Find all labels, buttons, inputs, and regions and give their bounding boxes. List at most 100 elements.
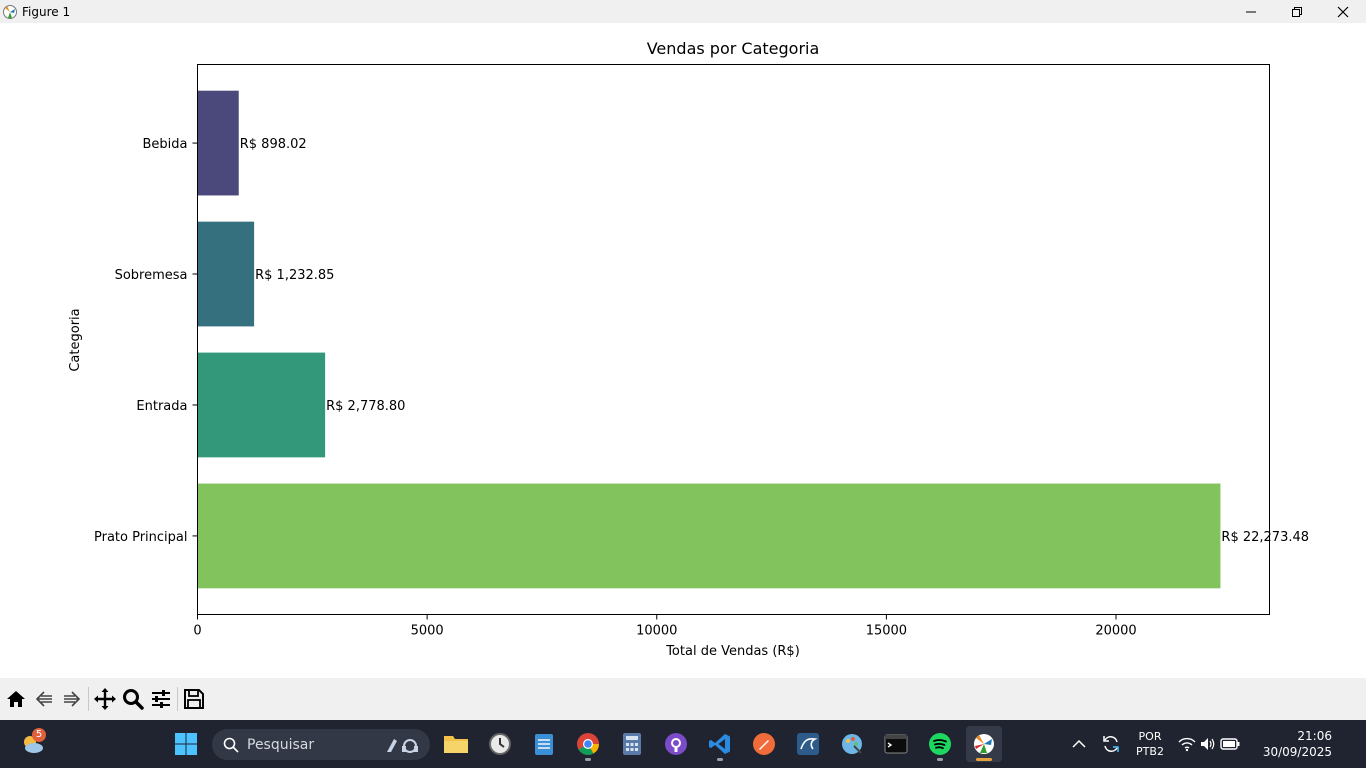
bar-value-label: R$ 898.02 bbox=[240, 137, 307, 152]
save-icon bbox=[184, 689, 204, 709]
forward-button[interactable] bbox=[58, 684, 86, 714]
minimize-icon bbox=[1246, 11, 1256, 12]
input-language[interactable]: POR PTB2 bbox=[1132, 730, 1168, 758]
y-tick-label: Entrada bbox=[136, 399, 187, 414]
y-tick-label: Prato Principal bbox=[94, 530, 188, 545]
chevron-up-icon bbox=[1072, 739, 1086, 748]
network-volume-battery-tray[interactable] bbox=[1174, 726, 1244, 762]
taskbar-clock[interactable]: 21:06 30/09/2025 bbox=[1254, 729, 1332, 759]
taskbar-chrome[interactable] bbox=[570, 726, 606, 762]
x-tick-label: 5000 bbox=[411, 624, 444, 639]
y-axis-label: Categoria bbox=[68, 308, 83, 371]
bar-bebida bbox=[197, 90, 239, 196]
running-indicator bbox=[937, 758, 943, 761]
forward-icon bbox=[64, 691, 81, 707]
figure-canvas[interactable]: Vendas por Categoria R$ 22,273.48 R$ 2,77… bbox=[0, 23, 1366, 678]
bar-entrada bbox=[197, 352, 326, 458]
running-indicator bbox=[717, 758, 723, 761]
taskbar-notepad[interactable] bbox=[526, 726, 562, 762]
x-tick-label: 15000 bbox=[866, 624, 907, 639]
windows-taskbar: 5 Pesquisar POR PTB2 21:06 30/09/2025 bbox=[0, 720, 1366, 768]
taskbar-file-explorer[interactable] bbox=[438, 726, 474, 762]
configure-subplots-button[interactable] bbox=[147, 684, 175, 714]
wifi-icon bbox=[1178, 737, 1196, 752]
folder-icon bbox=[444, 736, 468, 753]
bar-value-label: R$ 1,232.85 bbox=[255, 268, 334, 283]
close-icon bbox=[1337, 6, 1349, 17]
save-button[interactable] bbox=[180, 684, 208, 714]
x-tick-label: 10000 bbox=[636, 624, 677, 639]
zoom-icon bbox=[123, 689, 144, 710]
bar-value-label: R$ 2,778.80 bbox=[326, 399, 405, 414]
home-button[interactable] bbox=[2, 684, 30, 714]
sync-tray-button[interactable] bbox=[1094, 726, 1128, 762]
language-code: POR bbox=[1138, 730, 1162, 743]
zoom-button[interactable] bbox=[119, 684, 147, 714]
clock-date: 30/09/2025 bbox=[1262, 745, 1332, 759]
maximize-button[interactable] bbox=[1274, 0, 1320, 23]
matplotlib-toolbar bbox=[0, 678, 1366, 720]
bar-prato-principal bbox=[197, 483, 1221, 589]
taskbar-postman[interactable] bbox=[746, 726, 782, 762]
minimize-button[interactable] bbox=[1228, 0, 1274, 23]
taskbar-vscode[interactable] bbox=[702, 726, 738, 762]
paint-palette-icon bbox=[842, 734, 862, 754]
show-hidden-icons-button[interactable] bbox=[1062, 726, 1096, 762]
toolbar-separator bbox=[177, 687, 178, 711]
battery-icon bbox=[1220, 738, 1240, 750]
x-tick-label: 20000 bbox=[1095, 624, 1136, 639]
active-indicator bbox=[976, 758, 992, 761]
search-placeholder: Pesquisar bbox=[247, 736, 315, 753]
chrome-icon bbox=[577, 733, 599, 755]
taskbar-clock-app[interactable] bbox=[482, 726, 518, 762]
notepad-icon bbox=[535, 734, 553, 755]
close-button[interactable] bbox=[1320, 0, 1366, 23]
windows-start-icon bbox=[175, 733, 197, 755]
pan-button[interactable] bbox=[91, 684, 119, 714]
pan-icon bbox=[94, 688, 116, 710]
taskbar-paint[interactable] bbox=[834, 726, 870, 762]
postman-icon bbox=[753, 733, 775, 755]
bar-chart: Vendas por Categoria R$ 22,273.48 R$ 2,77… bbox=[68, 39, 1309, 659]
clock-time: 21:06 bbox=[1297, 729, 1332, 743]
configure-subplots-icon bbox=[152, 690, 170, 708]
bar-sobremesa bbox=[197, 221, 255, 327]
taskbar-mysql-workbench[interactable] bbox=[790, 726, 826, 762]
sync-icon bbox=[1103, 736, 1119, 752]
window-titlebar[interactable]: Figure 1 bbox=[0, 0, 1366, 23]
home-icon bbox=[7, 691, 25, 707]
running-indicator bbox=[585, 758, 591, 761]
y-tick-label: Sobremesa bbox=[115, 268, 188, 283]
toolbar-separator bbox=[88, 687, 89, 711]
back-icon bbox=[35, 691, 52, 707]
clock-icon bbox=[489, 733, 511, 755]
spotify-icon bbox=[929, 733, 951, 755]
calculator-icon bbox=[623, 733, 641, 755]
search-icon bbox=[223, 737, 239, 753]
taskbar-calculator[interactable] bbox=[614, 726, 650, 762]
taskbar-spotify[interactable] bbox=[922, 726, 958, 762]
y-tick-label: Bebida bbox=[143, 137, 188, 152]
taskbar-github[interactable] bbox=[658, 726, 694, 762]
volume-icon bbox=[1201, 738, 1215, 750]
start-button[interactable] bbox=[168, 726, 204, 762]
taskbar-matplotlib-figure[interactable] bbox=[966, 726, 1002, 762]
chart-title: Vendas por Categoria bbox=[647, 39, 820, 58]
keyboard-layout: PTB2 bbox=[1136, 745, 1164, 758]
mysql-icon bbox=[797, 733, 819, 755]
x-axis-label: Total de Vendas (R$) bbox=[665, 644, 800, 659]
github-icon bbox=[665, 733, 687, 755]
taskbar-search[interactable]: Pesquisar bbox=[212, 729, 430, 760]
matplotlib-icon bbox=[974, 734, 994, 754]
bar-value-label: R$ 22,273.48 bbox=[1221, 530, 1309, 545]
restore-icon bbox=[1292, 6, 1302, 17]
x-tick-label: 0 bbox=[193, 624, 201, 639]
vscode-icon bbox=[709, 734, 730, 754]
window-title: Figure 1 bbox=[22, 4, 71, 19]
taskbar-terminal[interactable] bbox=[878, 726, 914, 762]
matplotlib-app-icon bbox=[2, 4, 18, 20]
back-button[interactable] bbox=[30, 684, 58, 714]
terminal-icon bbox=[884, 734, 908, 754]
weather-badge: 5 bbox=[32, 728, 46, 742]
search-highlight-icon bbox=[387, 738, 418, 753]
